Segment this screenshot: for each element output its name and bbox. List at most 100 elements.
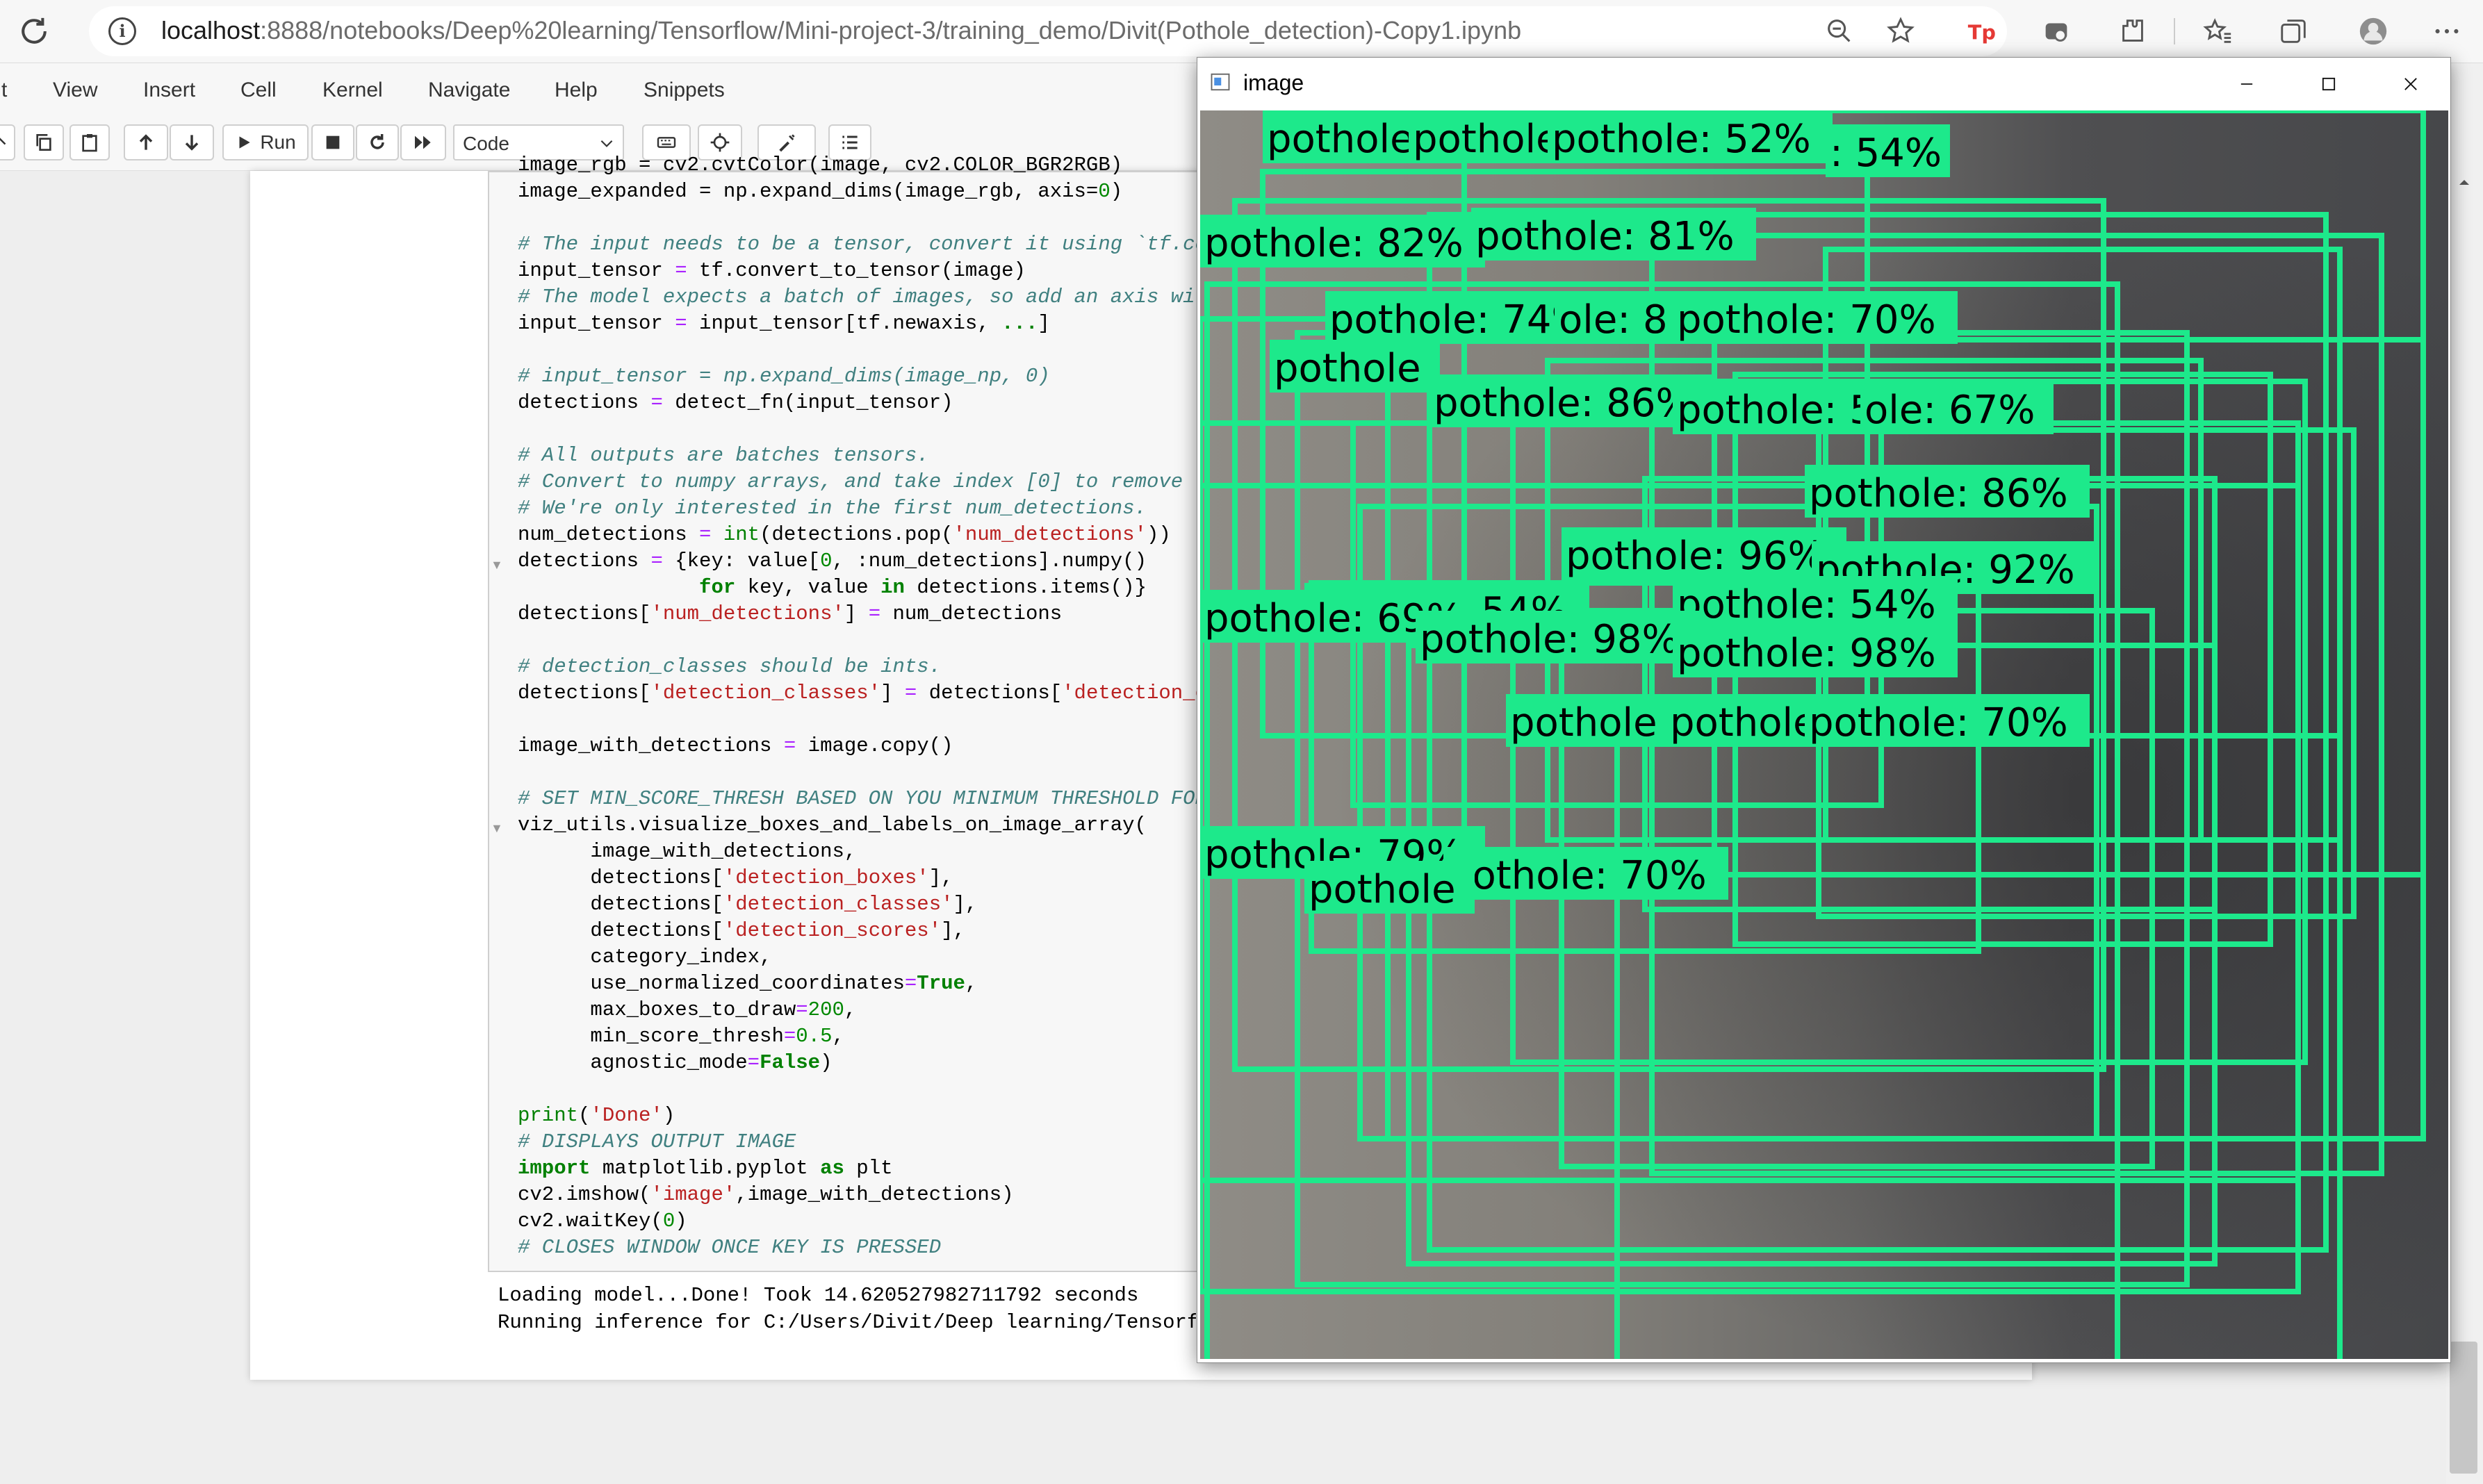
detection-label: pothole: 52%: [1552, 117, 1811, 162]
menu-item-cell[interactable]: Cell: [240, 79, 277, 102]
window-title: image: [1243, 70, 1304, 95]
browser-toolbar: i localhost:8888/notebooks/Deep%20learni…: [0, 0, 2483, 63]
detection-label: pothole: 96%: [1566, 534, 1825, 579]
detection-label: pothole: [1510, 700, 1657, 745]
chevron-down-icon: [600, 140, 613, 147]
output-line: Running inference for C:/Users/Divit/Dee…: [498, 1311, 1196, 1334]
page-scrollbar[interactable]: [2446, 63, 2483, 1484]
code-line: min_score_thresh=0.5,: [518, 1025, 844, 1048]
code-line: detections = detect_fn(input_tensor): [518, 391, 953, 414]
detection-label: pothole: 74%: [1329, 297, 1589, 343]
detection-label: pothole: 98%: [1677, 631, 1936, 676]
toolbar-divider: [2174, 18, 2175, 44]
cut-button[interactable]: [0, 124, 15, 160]
code-line: # DISPLAYS OUTPUT IMAGE: [518, 1130, 796, 1153]
code-line: cv2.waitKey(0): [518, 1210, 687, 1232]
code-line: image_rgb = cv2.cvtColor(image, cv2.COLO…: [518, 154, 1123, 176]
url-path: :8888/notebooks/Deep%20learning/Tensorfl…: [260, 16, 1522, 44]
detection-label: pothole: 81%: [1475, 214, 1735, 259]
minimize-icon: [2240, 83, 2253, 85]
code-line: agnostic_mode=False): [518, 1051, 833, 1074]
reload-icon[interactable]: [15, 13, 53, 50]
code-line: viz_utils.visualize_boxes_and_labels_on_…: [518, 814, 1147, 836]
code-line: image_with_detections = image.copy(): [518, 734, 953, 757]
output-line: Loading model...Done! Took 14.6205279827…: [498, 1284, 1139, 1307]
code-line: image_expanded = np.expand_dims(image_rg…: [518, 180, 1123, 203]
detection-label: ole: 67%: [1865, 388, 2035, 433]
restart-run-all-button[interactable]: [400, 124, 446, 160]
minimize-button[interactable]: [2206, 60, 2287, 108]
cell-type-value: Code: [463, 133, 509, 154]
code-line: detections['num_detections'] = num_detec…: [518, 602, 1063, 625]
scrollbar-thumb[interactable]: [2450, 1342, 2477, 1474]
code-line: # CLOSES WINDOW ONCE KEY IS PRESSED: [518, 1236, 942, 1259]
url-host: localhost: [161, 16, 261, 44]
extensions-puzzle-icon[interactable]: [2114, 13, 2152, 50]
menu-item-view[interactable]: View: [53, 79, 97, 102]
more-options-icon[interactable]: [2428, 13, 2466, 50]
window-titlebar[interactable]: image: [1197, 58, 2450, 110]
menu-item-snippets[interactable]: Snippets: [644, 79, 725, 102]
code-line: # detection_classes should be ints.: [518, 655, 942, 678]
code-line: cv2.imshow('image',image_with_detections…: [518, 1183, 1014, 1206]
code-line: image_with_detections,: [518, 840, 857, 863]
move-up-button[interactable]: [124, 124, 168, 160]
detection-label: pothole: [1413, 117, 1560, 162]
detection-label: pothole: 86%: [1809, 471, 2068, 516]
profile-avatar-icon[interactable]: [2354, 13, 2392, 50]
zoom-icon[interactable]: [1821, 13, 1858, 50]
code-line: for key, value in detections.items()}: [699, 576, 1147, 599]
detection-image: pothole pothole pothole: 52%: 54% pothole: …: [1200, 110, 2448, 1359]
detection-label: pothole: 70%: [1448, 853, 1707, 898]
address-bar[interactable]: i localhost:8888/notebooks/Deep%20learni…: [89, 6, 2007, 56]
run-button[interactable]: Run: [222, 124, 309, 160]
detection-label: pothole: [1309, 867, 1456, 912]
detection-label: pothole: [1670, 700, 1817, 745]
favorites-icon[interactable]: [2199, 13, 2236, 50]
detection-label: pothole: 54%: [1677, 582, 1936, 627]
code-line: print('Done'): [518, 1104, 675, 1127]
code-line: detections['detection_boxes'],: [518, 866, 953, 889]
code-line: import matplotlib.pyplot as plt: [518, 1157, 893, 1180]
menu-item-edit[interactable]: t: [1, 79, 7, 102]
cell-output: Loading model...Done! Took 14.6205279827…: [498, 1282, 1196, 1336]
code-line: detections['detection_scores'],: [518, 919, 965, 942]
detection-label: pothole: 82%: [1204, 221, 1464, 266]
code-line: detections = {key: value[0, :num_detecti…: [518, 550, 1147, 572]
close-icon: [2404, 78, 2417, 90]
add-favorite-icon[interactable]: [1882, 13, 1919, 50]
detection-label: pothole: [1274, 346, 1421, 391]
code-line: num_detections = int(detections.pop('num…: [518, 523, 1171, 546]
menu-item-insert[interactable]: Insert: [143, 79, 195, 102]
site-info-icon[interactable]: i: [108, 17, 136, 45]
detection-label: ole: 8: [1559, 297, 1668, 343]
menu-item-navigate[interactable]: Navigate: [428, 79, 510, 102]
copy-button[interactable]: [24, 124, 64, 160]
detection-label: : 54%: [1830, 131, 1942, 176]
interrupt-kernel-button[interactable]: [311, 124, 354, 160]
fold-arrow-icon[interactable]: ▼: [491, 821, 503, 836]
maximize-button[interactable]: [2288, 60, 2369, 108]
detection-label: pothole: 70%: [1677, 297, 1936, 343]
restart-kernel-button[interactable]: [356, 124, 399, 160]
detection-overlay: potholepotholepothole: 52%: 54%pothole: …: [1200, 110, 2426, 1359]
url-text[interactable]: localhost:8888/notebooks/Deep%20learning…: [161, 16, 1521, 45]
code-line: category_index,: [518, 946, 772, 968]
paste-button[interactable]: [69, 124, 110, 160]
opencv-image-window[interactable]: image pothole pothole pothole: 52%: 54% pot…: [1197, 57, 2451, 1363]
move-down-button[interactable]: [170, 124, 214, 160]
code-line: input_tensor = input_tensor[tf.newaxis, …: [518, 312, 1050, 335]
detection-label: pothole: 70%: [1809, 700, 2068, 745]
window-app-icon: [1211, 73, 1230, 91]
extension-shield-icon[interactable]: [2038, 13, 2075, 50]
close-button[interactable]: [2370, 60, 2451, 108]
detection-label: pothole: [1267, 117, 1414, 162]
svg-text:Tp: Tp: [1968, 21, 1996, 44]
fold-arrow-icon[interactable]: ▼: [491, 558, 503, 572]
collections-icon[interactable]: [2275, 13, 2313, 50]
scroll-up-icon[interactable]: [2456, 174, 2473, 191]
extension-tp-icon[interactable]: Tp: [1961, 13, 1999, 50]
menu-item-kernel[interactable]: Kernel: [322, 79, 383, 102]
menu-item-help[interactable]: Help: [555, 79, 598, 102]
code-line: # input_tensor = np.expand_dims(image_np…: [518, 365, 1050, 388]
